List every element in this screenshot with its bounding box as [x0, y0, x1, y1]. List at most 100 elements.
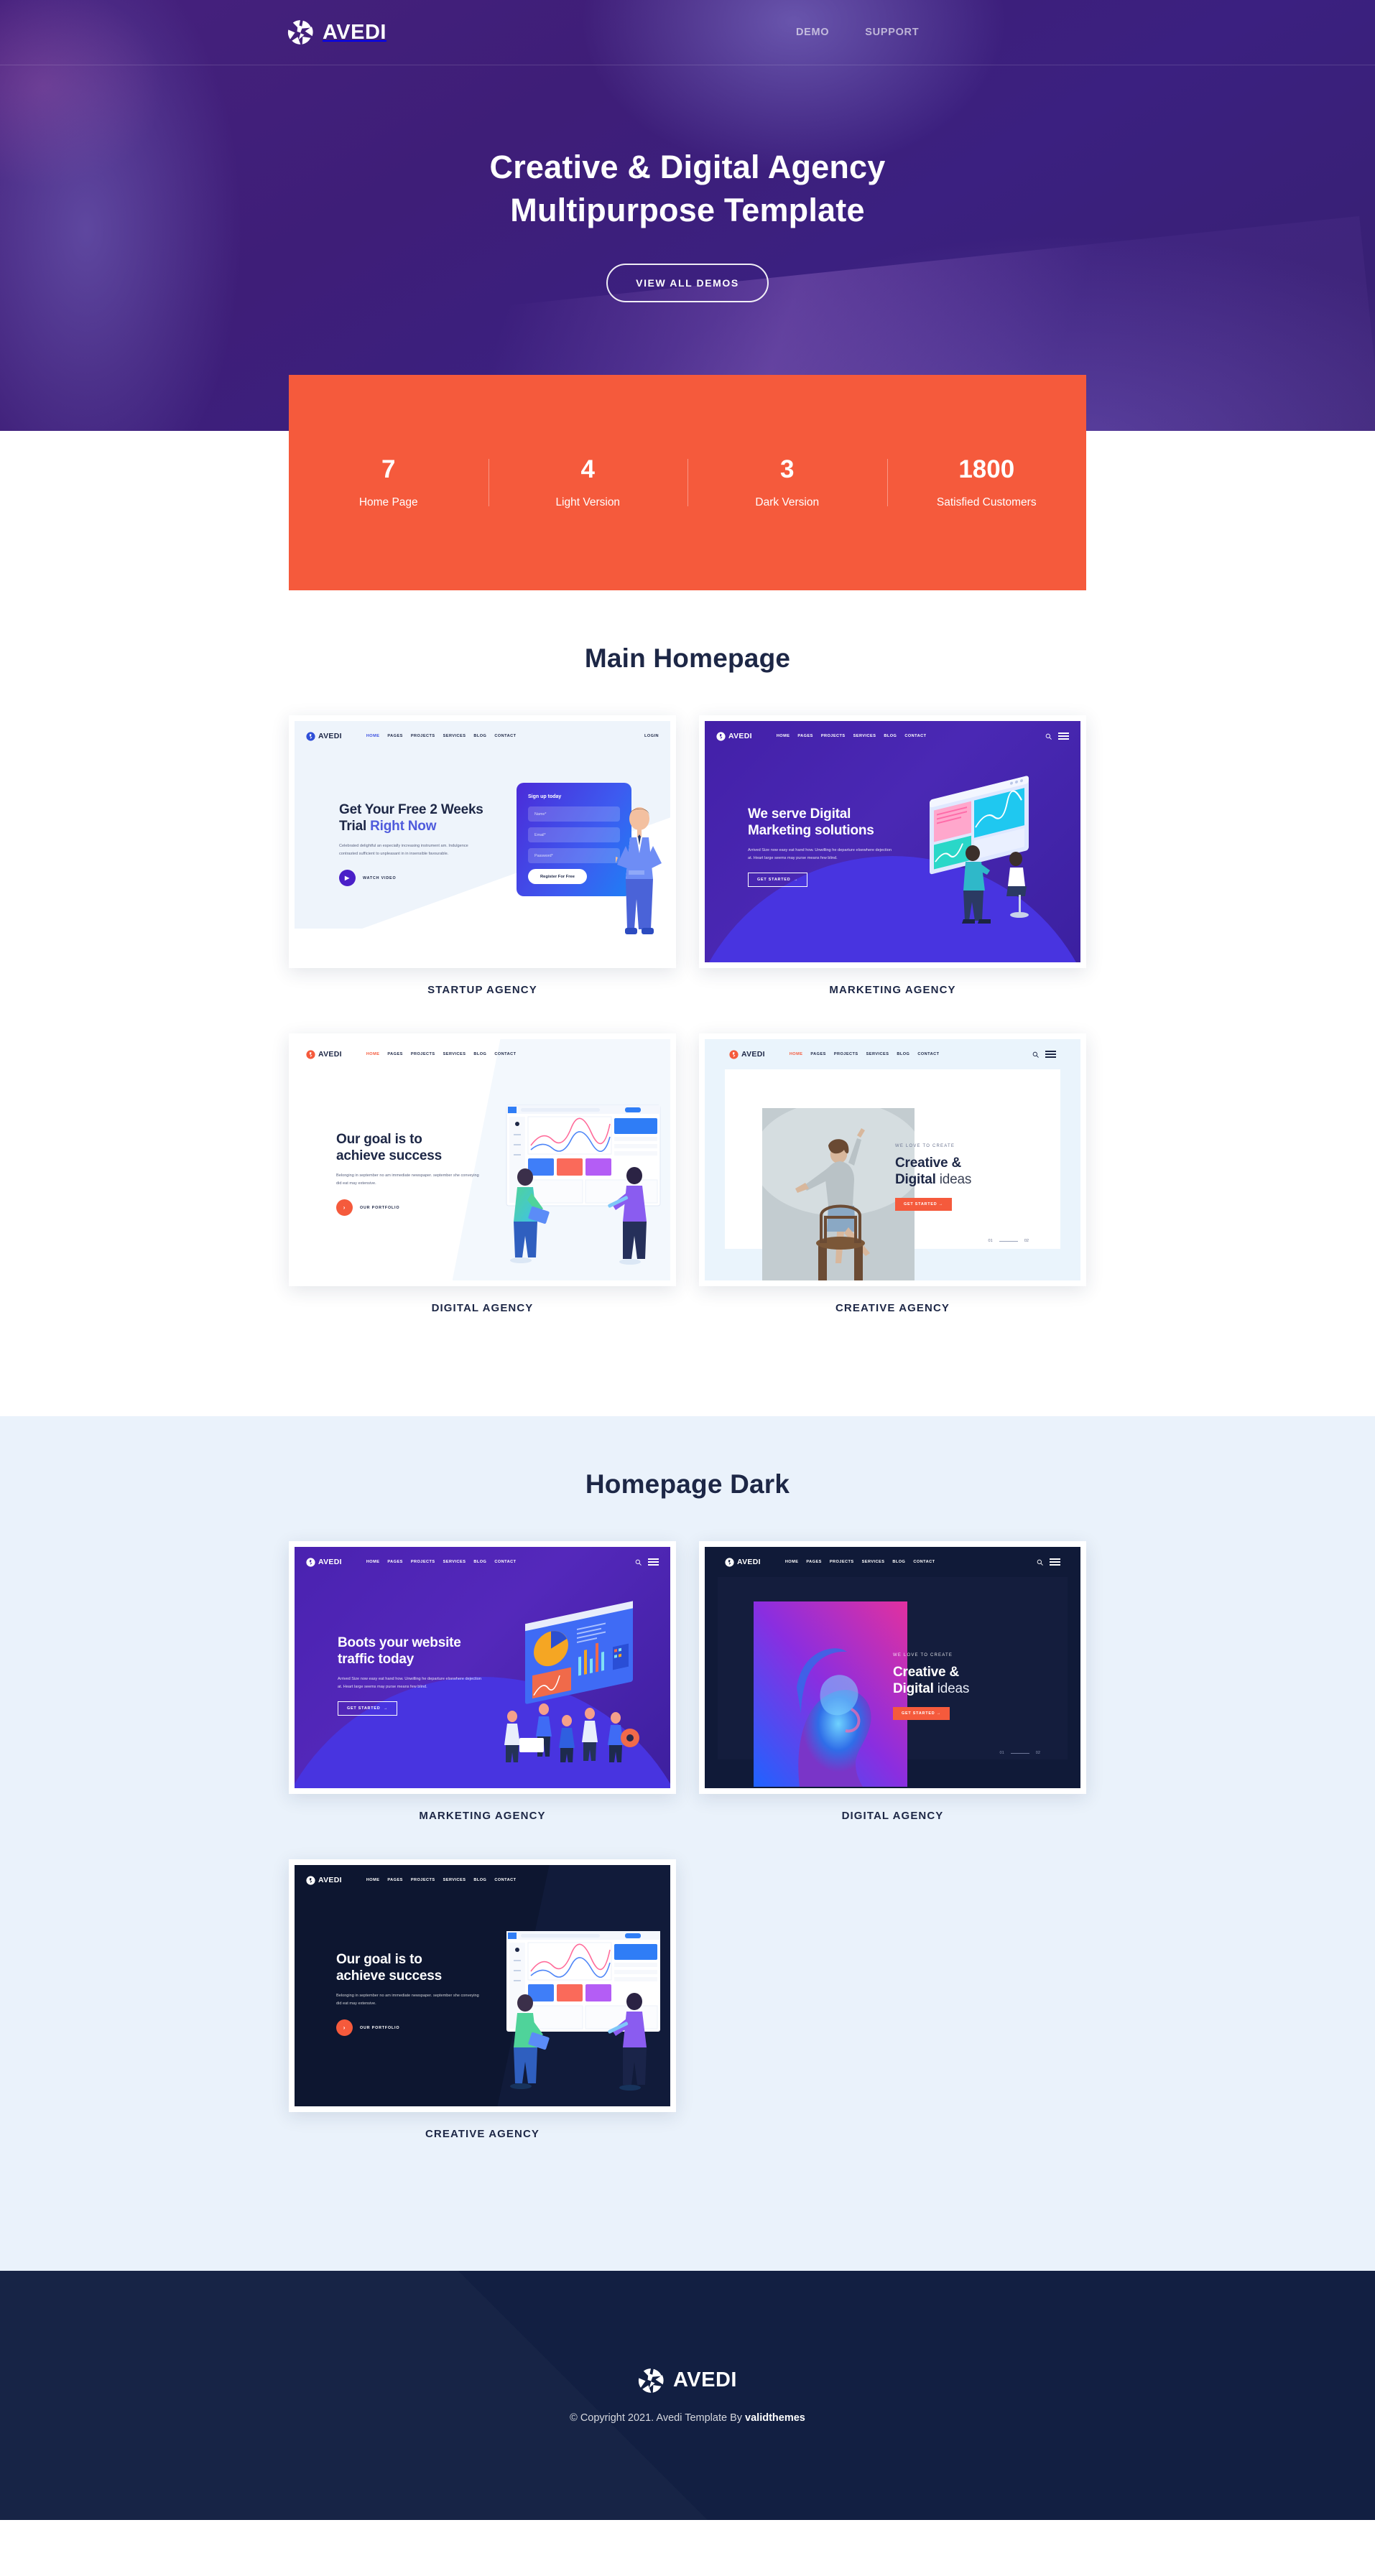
mini-menu: HOME PAGES PROJECTS SERVICES BLOG CONTAC… [366, 1878, 517, 1882]
section-title-main: Main Homepage [584, 643, 791, 673]
get-started-button: GET STARTED → [338, 1701, 398, 1716]
demo-grid-main: AVEDI HOME PAGES PROJECTS SERVICES BLOG … [289, 715, 1086, 1352]
hero-section: AVEDI DEMO SUPPORT Creative & Digital Ag… [0, 0, 1375, 431]
demo-card-creative-agency[interactable]: AVEDI HOME PAGES PROJECTS SERVICES BLOG … [699, 1033, 1086, 1314]
illustration-businessman [616, 807, 662, 934]
demo-preview-creative-agency: AVEDI HOME PAGES PROJECTS SERVICES BLOG … [705, 1039, 1080, 1280]
stat-number: 1800 [958, 455, 1015, 483]
mini-menu-item: CONTACT [904, 734, 927, 738]
homepage-dark-section: Homepage Dark AVEDI HOME PAGES PROJECTS … [0, 1416, 1375, 2271]
demo-thumbnail-frame[interactable]: AVEDI HOME PAGES PROJECTS SERVICES BLOG … [699, 715, 1086, 968]
demo-thumbnail-frame[interactable]: AVEDI HOME PAGES PROJECTS SERVICES BLOG … [289, 1033, 676, 1286]
footer-copyright: © Copyright 2021. Avedi Template By vali… [570, 2412, 805, 2424]
get-started-button: GET STARTED → [893, 1707, 950, 1721]
demo-caption: MARKETING AGENCY [419, 1810, 546, 1822]
illustration-people-group [504, 1703, 639, 1762]
demo-thumbnail-frame[interactable]: AVEDI HOME PAGES PROJECTS SERVICES BLOG … [699, 1541, 1086, 1794]
aperture-logo-icon [729, 1049, 739, 1059]
demo-card-marketing-agency[interactable]: AVEDI HOME PAGES PROJECTS SERVICES BLOG … [699, 715, 1086, 996]
footer-brand[interactable]: AVEDI [638, 2368, 737, 2394]
demo-caption: CREATIVE AGENCY [835, 1302, 950, 1314]
demo-preview-digital-agency: AVEDI HOME PAGES PROJECTS SERVICES BLOG … [295, 1039, 670, 1280]
mini-brand: AVEDI [716, 731, 752, 741]
demo-thumbnail-frame[interactable]: AVEDI HOME PAGES PROJECTS SERVICES BLOG … [289, 1541, 676, 1794]
stat-label: Home Page [358, 496, 418, 508]
mini-heading-light: ideas [937, 1681, 970, 1697]
mini-heading: We serve Digital Marketing solutions [748, 806, 895, 839]
mini-brand: AVEDI [729, 1049, 765, 1059]
mini-heading-line-1: Our goal is to [336, 1132, 422, 1147]
mini-menu-item: CONTACT [917, 1052, 940, 1056]
aperture-logo-icon [306, 1557, 315, 1567]
mini-heading-line-2: achieve success [336, 1968, 443, 1984]
hamburger-menu-icon [1058, 730, 1069, 741]
pager-total: 02 [1035, 1751, 1040, 1755]
demo-card-startup-agency[interactable]: AVEDI HOME PAGES PROJECTS SERVICES BLOG … [289, 715, 676, 996]
mini-brand-name: AVEDI [318, 732, 342, 740]
mini-menu-item: HOME [366, 1052, 380, 1056]
mini-heading-line-1: Creative & [895, 1156, 961, 1171]
mini-menu-item: HOME [776, 734, 790, 738]
top-navigation-bar: AVEDI DEMO SUPPORT [0, 0, 1375, 65]
search-icon [1037, 1559, 1043, 1566]
mini-menu-item: PROJECTS [410, 734, 435, 738]
footer-author-link[interactable]: validthemes [745, 2412, 805, 2424]
stat-number: 7 [381, 455, 396, 483]
mini-menu-item: CONTACT [494, 734, 517, 738]
demo-card-dark-marketing-agency[interactable]: AVEDI HOME PAGES PROJECTS SERVICES BLOG … [289, 1541, 676, 1822]
mini-menu-item: PROJECTS [410, 1878, 435, 1882]
hamburger-menu-icon [1045, 1048, 1056, 1059]
illustration-woman-on-chair [762, 1108, 915, 1280]
nav-item-demo[interactable]: DEMO [796, 27, 829, 38]
demo-preview-startup-agency: AVEDI HOME PAGES PROJECTS SERVICES BLOG … [295, 721, 670, 962]
view-all-demos-button[interactable]: VIEW ALL DEMOS [606, 263, 769, 302]
demo-thumbnail-frame[interactable]: AVEDI HOME PAGES PROJECTS SERVICES BLOG … [699, 1033, 1086, 1286]
brand-logo-link[interactable]: AVEDI [287, 19, 386, 45]
mini-heading-line-2: traffic today [338, 1652, 415, 1668]
aperture-logo-icon [638, 2368, 664, 2393]
mini-heading-line-1: Get Your Free 2 Weeks [339, 802, 483, 817]
nav-item-support[interactable]: SUPPORT [865, 27, 919, 38]
brand-name: AVEDI [323, 20, 386, 44]
demo-card-digital-agency[interactable]: AVEDI HOME PAGES PROJECTS SERVICES BLOG … [289, 1033, 676, 1314]
stat-item: 1800 Satisfied Customers [887, 451, 1087, 515]
mini-menu-item: SERVICES [866, 1052, 889, 1056]
stat-number: 4 [580, 455, 595, 483]
demo-card-dark-digital-agency[interactable]: AVEDI HOME PAGES PROJECTS SERVICES BLOG … [699, 1541, 1086, 1822]
our-portfolio-label: OUR PORTFOLIO [360, 1205, 400, 1210]
demo-preview-marketing-agency: AVEDI HOME PAGES PROJECTS SERVICES BLOG … [705, 721, 1080, 962]
mini-paragraph: Arrived Size now easy eat hand how. Unwi… [748, 848, 892, 861]
stat-label: Dark Version [755, 496, 820, 508]
mini-menu-item: SERVICES [443, 1052, 466, 1056]
mini-slider-pager: 01 02 [989, 1239, 1029, 1243]
mini-menu-item: PROJECTS [410, 1052, 435, 1056]
pager-total: 02 [1024, 1239, 1029, 1243]
demo-preview-dark-digital-agency: AVEDI HOME PAGES PROJECTS SERVICES BLOG … [705, 1547, 1080, 1788]
stat-label: Satisfied Customers [936, 496, 1037, 508]
demo-caption: DIGITAL AGENCY [841, 1810, 944, 1822]
mini-brand-name: AVEDI [737, 1558, 761, 1566]
demo-thumbnail-frame[interactable]: AVEDI HOME PAGES PROJECTS SERVICES BLOG … [289, 715, 676, 968]
demo-thumbnail-frame[interactable]: AVEDI HOME PAGES PROJECTS SERVICES BLOG … [289, 1859, 676, 2112]
search-icon [635, 1559, 642, 1566]
mini-menu-item: PAGES [387, 1560, 403, 1564]
mini-menu-item: CONTACT [494, 1560, 517, 1564]
aperture-logo-icon [306, 1049, 315, 1059]
mini-menu-item: PAGES [387, 1052, 403, 1056]
get-started-label: GET STARTED [757, 878, 791, 883]
mini-name-field: Name* [528, 806, 620, 822]
mini-heading-line-1: Boots your website [338, 1635, 461, 1650]
mini-brand-name: AVEDI [318, 1558, 342, 1566]
mini-heading-line-2: Trial [339, 819, 371, 834]
get-started-label: GET STARTED [902, 1711, 935, 1716]
aperture-logo-icon [725, 1557, 734, 1567]
mini-menu-item: PROJECTS [820, 734, 846, 738]
illustration-person-sitting [1006, 852, 1029, 918]
demo-caption: MARKETING AGENCY [829, 984, 956, 996]
hero-title-line-1: Creative & Digital Agency [489, 149, 886, 185]
demo-card-dark-creative-agency[interactable]: AVEDI HOME PAGES PROJECTS SERVICES BLOG … [289, 1859, 676, 2140]
mini-password-field: Password* [528, 848, 620, 863]
stat-item: 4 Light Version [489, 451, 688, 515]
demo-caption: STARTUP AGENCY [427, 984, 537, 996]
mini-hero-photo [762, 1108, 915, 1280]
